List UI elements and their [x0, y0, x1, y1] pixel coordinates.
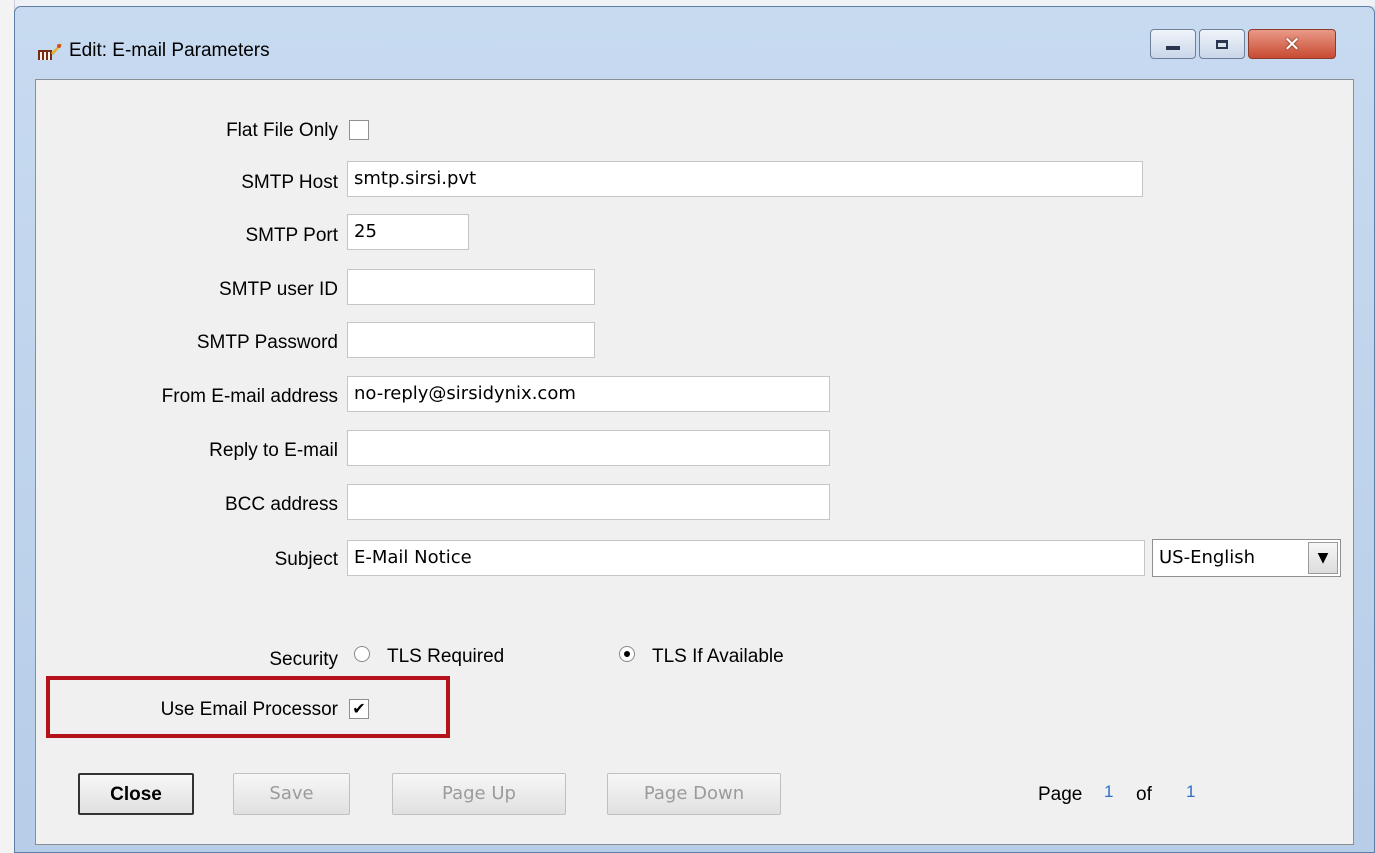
- tls-required-radio[interactable]: [354, 646, 370, 662]
- from-email-label: From E-mail address: [161, 386, 338, 407]
- use-email-processor-label: Use Email Processor: [160, 699, 338, 720]
- page-down-button[interactable]: Page Down: [607, 773, 781, 815]
- total-pages-number: 1: [1186, 782, 1196, 801]
- reply-to-email-field[interactable]: [347, 430, 830, 466]
- smtp-port-label: SMTP Port: [245, 225, 338, 246]
- form-panel: Flat File Only SMTP Host smtp.sirsi.pvt …: [35, 79, 1354, 845]
- smtp-password-label: SMTP Password: [196, 332, 338, 353]
- page-label: Page: [1038, 784, 1083, 805]
- page-up-button[interactable]: Page Up: [392, 773, 566, 815]
- close-window-button[interactable]: ✕: [1248, 29, 1336, 59]
- email-parameters-window: Edit: E-mail Parameters ✕ Flat File Only…: [14, 6, 1375, 853]
- language-select-value: US-English: [1159, 547, 1256, 568]
- save-button[interactable]: Save: [233, 773, 350, 815]
- title-bar[interactable]: Edit: E-mail Parameters ✕: [15, 7, 1374, 79]
- smtp-port-field[interactable]: 25: [347, 214, 469, 250]
- close-icon: ✕: [1283, 32, 1301, 56]
- close-button[interactable]: Close: [78, 773, 194, 815]
- flat-file-only-label: Flat File Only: [226, 120, 338, 141]
- background-app-strip: [0, 0, 15, 853]
- app-icon: [38, 43, 62, 60]
- window-title: Edit: E-mail Parameters: [69, 40, 270, 61]
- smtp-host-field[interactable]: smtp.sirsi.pvt: [347, 161, 1143, 197]
- minimize-button[interactable]: [1150, 29, 1196, 59]
- tls-if-available-radio[interactable]: [619, 646, 635, 662]
- tls-required-label[interactable]: TLS Required: [387, 646, 504, 668]
- maximize-button[interactable]: [1199, 29, 1245, 59]
- minimize-icon: [1166, 46, 1180, 50]
- flat-file-only-checkbox[interactable]: [349, 120, 369, 140]
- subject-label: Subject: [274, 549, 338, 570]
- bcc-address-field[interactable]: [347, 484, 830, 520]
- bcc-address-label: BCC address: [225, 494, 338, 515]
- tls-if-available-label[interactable]: TLS If Available: [652, 646, 784, 668]
- use-email-processor-checkbox[interactable]: ✔: [349, 699, 369, 719]
- chevron-down-icon[interactable]: ▼: [1308, 542, 1338, 574]
- security-label: Security: [269, 649, 338, 670]
- language-select[interactable]: US-English ▼: [1152, 539, 1341, 577]
- smtp-user-id-field[interactable]: [347, 269, 595, 305]
- reply-to-email-label: Reply to E-mail: [209, 440, 338, 461]
- smtp-host-label: SMTP Host: [241, 172, 338, 193]
- smtp-password-field[interactable]: [347, 322, 595, 358]
- page-of-label: of: [1136, 784, 1152, 805]
- current-page-number: 1: [1104, 782, 1114, 801]
- from-email-field[interactable]: no-reply@sirsidynix.com: [347, 376, 830, 412]
- smtp-user-id-label: SMTP user ID: [219, 279, 338, 300]
- subject-field[interactable]: E-Mail Notice: [347, 540, 1145, 576]
- maximize-icon: [1216, 39, 1228, 49]
